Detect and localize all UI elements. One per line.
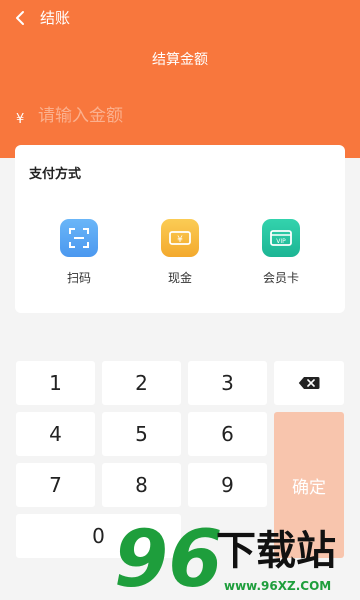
key-6[interactable]: 6 [188,412,267,456]
amount-input[interactable] [38,102,344,130]
key-7[interactable]: 7 [16,463,95,507]
svg-text:VIP: VIP [276,238,286,245]
confirm-button[interactable]: 确定 [274,412,344,558]
currency-symbol: ¥ [16,111,25,127]
scan-icon [60,219,98,257]
payment-title: 支付方式 [29,167,82,182]
payment-option-vip[interactable]: VIP 会员卡 [241,219,321,286]
key-2[interactable]: 2 [102,361,181,405]
numeric-keypad: 1 2 3 4 5 6 7 8 9 确定 0 [0,355,360,600]
key-3[interactable]: 3 [188,361,267,405]
payment-option-scan[interactable]: 扫码 [39,219,119,286]
back-button[interactable] [6,4,34,32]
amount-row: ¥ [16,100,344,132]
payment-option-label: 现金 [167,271,192,285]
payment-option-label: 会员卡 [262,271,299,285]
payment-option-cash[interactable]: ¥ 现金 [140,219,220,286]
vip-card-icon: VIP [262,219,300,257]
key-5[interactable]: 5 [102,412,181,456]
backspace-icon [298,377,320,389]
header: 结账 结算金额 ¥ [0,0,360,158]
cash-icon: ¥ [161,219,199,257]
key-1[interactable]: 1 [16,361,95,405]
svg-text:¥: ¥ [177,235,183,245]
top-bar: 结账 [0,0,360,36]
key-9[interactable]: 9 [188,463,267,507]
key-8[interactable]: 8 [102,463,181,507]
page-title: 结账 [40,9,71,27]
payment-option-label: 扫码 [66,271,91,285]
chevron-left-icon [16,11,24,25]
key-4[interactable]: 4 [16,412,95,456]
amount-label: 结算金额 [152,52,208,68]
key-0[interactable]: 0 [16,514,181,558]
payment-card: 支付方式 扫码 ¥ 现金 VIP 会员卡 [15,145,345,313]
backspace-button[interactable] [274,361,344,405]
